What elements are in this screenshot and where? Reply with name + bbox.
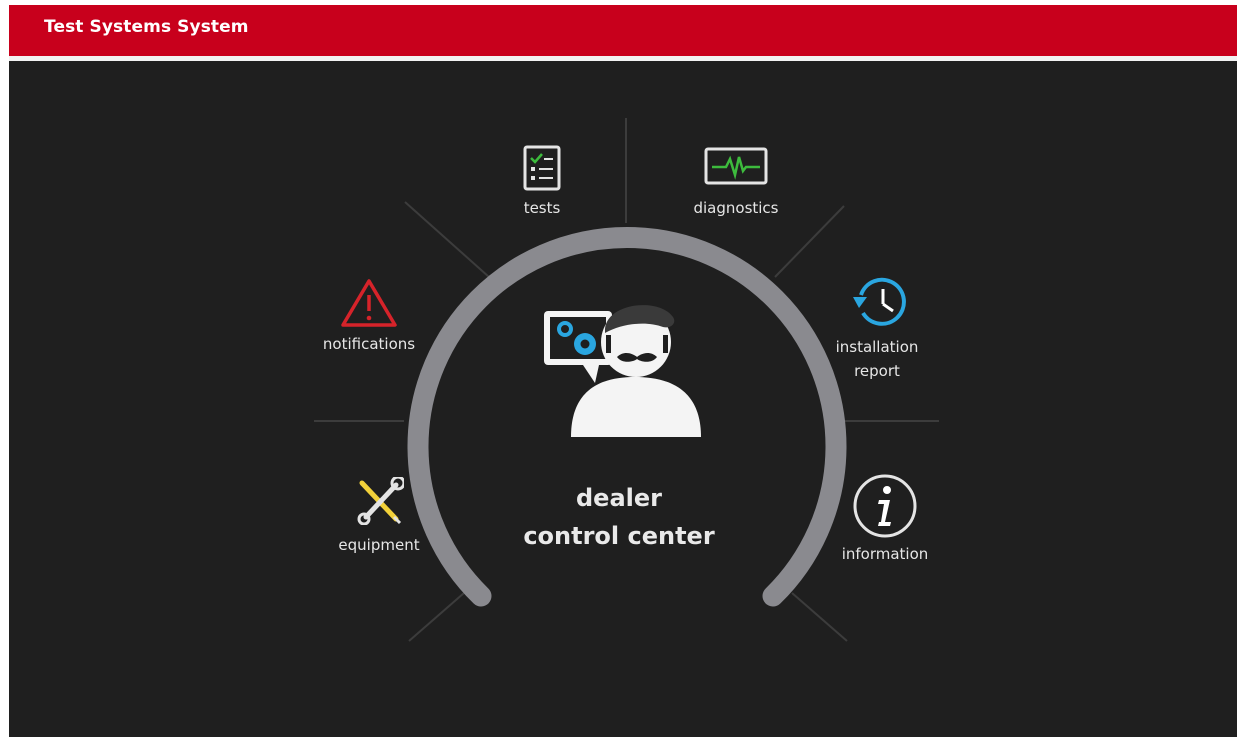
menu-label-diagnostics: diagnostics [693, 199, 779, 217]
checklist-icon [523, 145, 561, 191]
menu-item-tests[interactable]: tests [497, 141, 587, 227]
menu-item-equipment[interactable]: equipment [324, 473, 434, 559]
divider-line [404, 201, 490, 278]
menu-label-equipment: equipment [338, 536, 420, 554]
menu-label-tests: tests [523, 199, 561, 217]
divider-line [791, 592, 848, 642]
center-title-line1: dealer [576, 484, 662, 512]
center-title-line2: control center [523, 522, 715, 550]
dealer-avatar-icon [544, 305, 701, 437]
menu-item-notifications[interactable]: notifications [309, 275, 429, 361]
history-clock-icon [853, 277, 906, 326]
warning-triangle-icon [341, 279, 397, 327]
wrench-screwdriver-icon [357, 477, 404, 525]
app-window: Test Systems System dealer control cente… [9, 5, 1237, 737]
menu-label-installation: installation [835, 338, 919, 356]
menu-item-diagnostics[interactable]: diagnostics [681, 141, 791, 227]
heartbeat-monitor-icon [704, 147, 768, 185]
menu-label-notifications: notifications [322, 335, 416, 353]
menu-label-information: information [841, 545, 929, 563]
info-circle-icon [853, 474, 917, 538]
menu-label-report: report [854, 362, 900, 380]
divider-line [408, 592, 465, 642]
menu-item-installation-report[interactable]: installation report [819, 273, 935, 383]
menu-item-information[interactable]: information [829, 473, 941, 571]
